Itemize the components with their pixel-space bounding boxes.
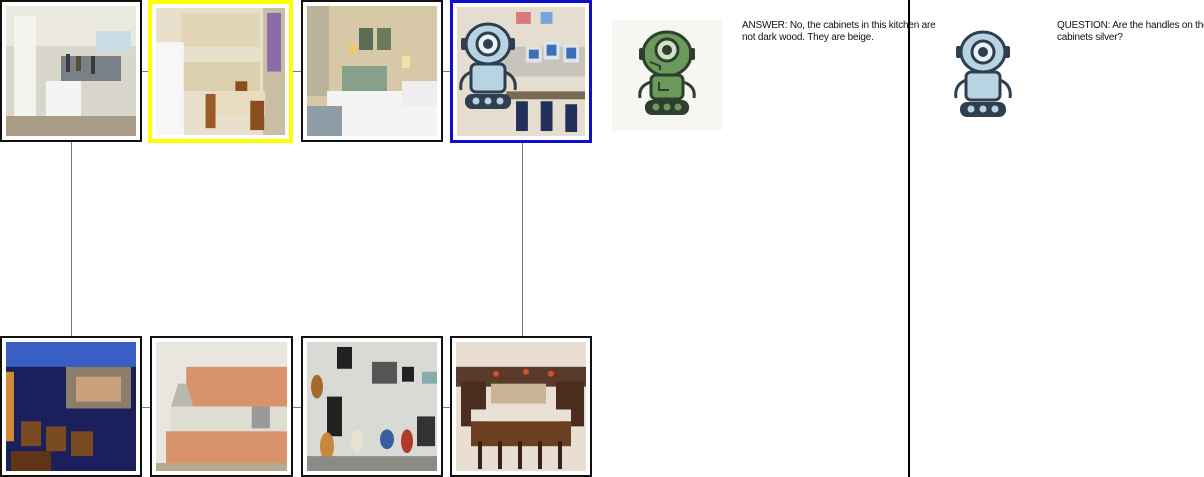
green-robot-icon [638,30,696,115]
image-candidate-6[interactable] [150,336,293,477]
image-candidate-3[interactable] [301,0,443,142]
image-candidate-1[interactable] [0,0,142,142]
answer-text: ANSWER: No, the cabinets in this kitchen… [742,20,936,43]
music-room-photo [307,342,437,471]
home-theater-photo [6,342,136,471]
bedroom-photo [307,6,437,136]
blue-robot-icon [459,22,517,109]
kitchen-photo [156,8,285,135]
peach-kitchen-photo [156,342,287,471]
answerer-avatar [612,20,722,130]
question-text: QUESTION: Are the handles on the cabinet… [1057,20,1204,43]
blue-robot-icon [954,30,1012,117]
panel-divider [908,0,910,477]
connector-line [71,141,72,337]
image-candidate-2-selected[interactable] [148,0,293,143]
image-candidate-5[interactable] [0,336,142,477]
image-candidate-8[interactable] [450,336,592,477]
kitchen-photo [6,6,136,136]
connector-line [522,141,523,337]
kitchen-bar-photo [456,342,586,471]
image-candidate-7[interactable] [301,336,443,477]
